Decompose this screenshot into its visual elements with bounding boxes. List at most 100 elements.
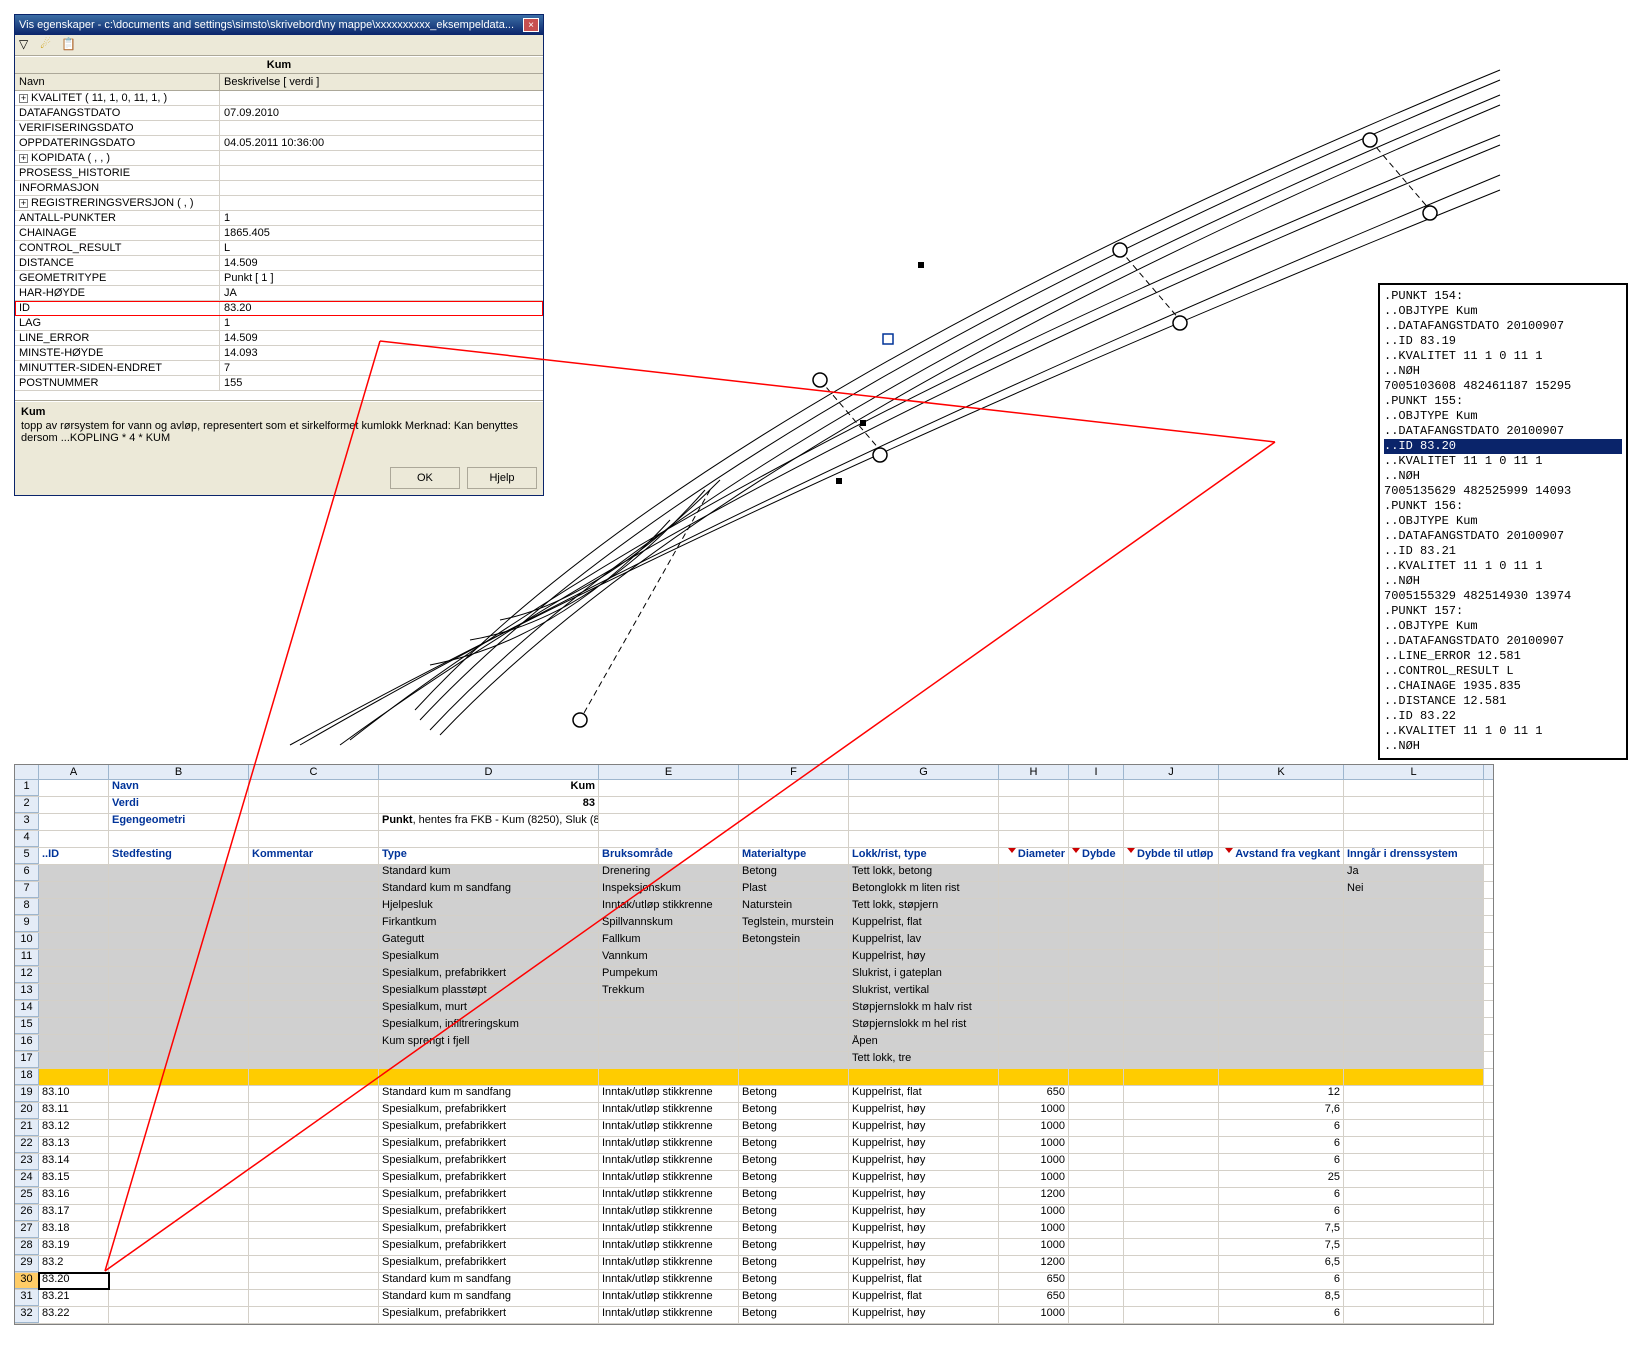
expand-icon[interactable]: + <box>19 94 28 103</box>
table-row[interactable]: 11SpesialkumVannkumKuppelrist, høy <box>15 950 1493 967</box>
ok-button[interactable]: OK <box>390 467 460 489</box>
sosi-text-panel[interactable]: .PUNKT 154:..OBJTYPE Kum..DATAFANGSTDATO… <box>1378 283 1628 760</box>
filter2-icon[interactable]: ☄ <box>40 37 56 53</box>
sosi-line: 7005155329 482514930 13974 <box>1384 589 1622 604</box>
property-row[interactable]: OPPDATERINGSDATO04.05.2011 10:36:00 <box>15 136 543 151</box>
sosi-line: ..ID 83.22 <box>1384 709 1622 724</box>
table-row[interactable]: 1983.10Standard kum m sandfangInntak/utl… <box>15 1086 1493 1103</box>
properties-list[interactable]: +KVALITET ( 11, 1, 0, 11, 1, )DATAFANGST… <box>15 91 543 401</box>
table-row[interactable]: 8HjelpeslukInntak/utløp stikkrenneNaturs… <box>15 899 1493 916</box>
table-row[interactable]: 2683.17Spesialkum, prefabrikkertInntak/u… <box>15 1205 1493 1222</box>
table-row[interactable]: 2083.11Spesialkum, prefabrikkertInntak/u… <box>15 1103 1493 1120</box>
sosi-line: ..KVALITET 11 1 0 11 1 <box>1384 454 1622 469</box>
dialog-buttons: OK Hjelp <box>15 461 543 495</box>
sosi-line: ..KVALITET 11 1 0 11 1 <box>1384 349 1622 364</box>
help-button[interactable]: Hjelp <box>467 467 537 489</box>
description-box: Kum topp av rørsystem for vann og avløp,… <box>15 401 543 461</box>
sosi-line: 7005103608 482461187 15295 <box>1384 379 1622 394</box>
sosi-line: ..KVALITET 11 1 0 11 1 <box>1384 559 1622 574</box>
sosi-line: ..DATAFANGSTDATO 20100907 <box>1384 424 1622 439</box>
table-row[interactable]: 5..IDStedfestingKommentarTypeBruksområde… <box>15 848 1493 865</box>
close-icon[interactable]: × <box>523 18 539 32</box>
table-row[interactable]: 17Tett lokk, tre <box>15 1052 1493 1069</box>
sosi-line: ..OBJTYPE Kum <box>1384 619 1622 634</box>
property-row[interactable]: CONTROL_RESULTL <box>15 241 543 256</box>
table-row[interactable]: 2483.15Spesialkum, prefabrikkertInntak/u… <box>15 1171 1493 1188</box>
sosi-line: ..DATAFANGSTDATO 20100907 <box>1384 529 1622 544</box>
property-row[interactable]: POSTNUMMER155 <box>15 376 543 391</box>
table-row[interactable]: 3283.22Spesialkum, prefabrikkertInntak/u… <box>15 1307 1493 1324</box>
spreadsheet[interactable]: ABCDEFGHIJKL1NavnKum2Verdi833Egengeometr… <box>14 764 1494 1325</box>
sosi-line: ..CONTROL_RESULT L <box>1384 664 1622 679</box>
property-row[interactable]: +KVALITET ( 11, 1, 0, 11, 1, ) <box>15 91 543 106</box>
table-row[interactable]: 15Spesialkum, infiltreringskumStøpjernsl… <box>15 1018 1493 1035</box>
table-row[interactable]: 2183.12Spesialkum, prefabrikkertInntak/u… <box>15 1120 1493 1137</box>
table-row[interactable]: 10GateguttFallkumBetongsteinKuppelrist, … <box>15 933 1493 950</box>
table-row[interactable]: 1NavnKum <box>15 780 1493 797</box>
table-row[interactable]: 14Spesialkum, murtStøpjernslokk m halv r… <box>15 1001 1493 1018</box>
table-row[interactable]: 12Spesialkum, prefabrikkertPumpekumSlukr… <box>15 967 1493 984</box>
sosi-line: ..DISTANCE 12.581 <box>1384 694 1622 709</box>
expand-icon[interactable]: + <box>19 154 28 163</box>
property-row[interactable]: VERIFISERINGSDATO <box>15 121 543 136</box>
table-row[interactable]: 2983.2Spesialkum, prefabrikkertInntak/ut… <box>15 1256 1493 1273</box>
sosi-line: ..NØH <box>1384 469 1622 484</box>
sosi-line: .PUNKT 157: <box>1384 604 1622 619</box>
sosi-line: ..ID 83.19 <box>1384 334 1622 349</box>
sosi-line: 7005135629 482525999 14093 <box>1384 484 1622 499</box>
column-headers[interactable]: ABCDEFGHIJKL <box>15 765 1493 780</box>
property-row[interactable]: HAR-HØYDEJA <box>15 286 543 301</box>
property-row[interactable]: LAG1 <box>15 316 543 331</box>
property-row[interactable]: MINSTE-HØYDE14.093 <box>15 346 543 361</box>
sosi-line: ..ID 83.21 <box>1384 544 1622 559</box>
filter-icon[interactable]: ▽ <box>19 37 35 53</box>
table-row[interactable]: 2383.14Spesialkum, prefabrikkertInntak/u… <box>15 1154 1493 1171</box>
table-row[interactable]: 3183.21Standard kum m sandfangInntak/utl… <box>15 1290 1493 1307</box>
sosi-line: .PUNKT 154: <box>1384 289 1622 304</box>
table-row[interactable]: 16Kum sprengt i fjellÅpen <box>15 1035 1493 1052</box>
table-row[interactable]: 9FirkantkumSpillvannskumTeglstein, murst… <box>15 916 1493 933</box>
properties-dialog: Vis egenskaper - c:\documents and settin… <box>14 14 544 496</box>
table-row[interactable]: 3EgengeometriPunkt, hentes fra FKB - Kum… <box>15 814 1493 831</box>
property-row[interactable]: INFORMASJON <box>15 181 543 196</box>
property-row[interactable]: GEOMETRITYPEPunkt [ 1 ] <box>15 271 543 286</box>
sosi-line: ..NØH <box>1384 739 1622 754</box>
property-row[interactable]: MINUTTER-SIDEN-ENDRET7 <box>15 361 543 376</box>
table-row[interactable]: 2583.16Spesialkum, prefabrikkertInntak/u… <box>15 1188 1493 1205</box>
sosi-line: ..ID 83.20 <box>1384 439 1622 454</box>
sosi-line: ..NØH <box>1384 364 1622 379</box>
table-row[interactable]: 2Verdi83 <box>15 797 1493 814</box>
table-row[interactable]: 3083.20Standard kum m sandfangInntak/utl… <box>15 1273 1493 1290</box>
table-row[interactable]: 2283.13Spesialkum, prefabrikkertInntak/u… <box>15 1137 1493 1154</box>
sosi-line: ..OBJTYPE Kum <box>1384 304 1622 319</box>
table-row[interactable]: 7Standard kum m sandfangInspeksjonskumPl… <box>15 882 1493 899</box>
sosi-line: ..DATAFANGSTDATO 20100907 <box>1384 634 1622 649</box>
property-row[interactable]: +KOPIDATA ( , , ) <box>15 151 543 166</box>
col-name: Navn <box>15 74 220 90</box>
sosi-line: ..CHAINAGE 1935.835 <box>1384 679 1622 694</box>
property-row[interactable]: DISTANCE14.509 <box>15 256 543 271</box>
col-value: Beskrivelse [ verdi ] <box>220 74 543 90</box>
table-row[interactable]: 2783.18Spesialkum, prefabrikkertInntak/u… <box>15 1222 1493 1239</box>
desc-body: topp av rørsystem for vann og avløp, rep… <box>21 420 518 444</box>
copy-icon[interactable]: 📋 <box>61 37 77 53</box>
dialog-title: Vis egenskaper - c:\documents and settin… <box>19 19 514 31</box>
table-row[interactable]: 2883.19Spesialkum, prefabrikkertInntak/u… <box>15 1239 1493 1256</box>
table-row[interactable]: 4 <box>15 831 1493 848</box>
sosi-line: ..OBJTYPE Kum <box>1384 514 1622 529</box>
property-row[interactable]: LINE_ERROR14.509 <box>15 331 543 346</box>
sosi-line: ..LINE_ERROR 12.581 <box>1384 649 1622 664</box>
property-row[interactable]: +REGISTRERINGSVERSJON ( , ) <box>15 196 543 211</box>
sosi-line: ..OBJTYPE Kum <box>1384 409 1622 424</box>
expand-icon[interactable]: + <box>19 199 28 208</box>
property-row[interactable]: DATAFANGSTDATO07.09.2010 <box>15 106 543 121</box>
property-row[interactable]: PROSESS_HISTORIE <box>15 166 543 181</box>
table-row[interactable]: 13Spesialkum plasstøptTrekkumSlukrist, v… <box>15 984 1493 1001</box>
sosi-line: .PUNKT 156: <box>1384 499 1622 514</box>
table-row[interactable]: 6Standard kumDreneringBetongTett lokk, b… <box>15 865 1493 882</box>
property-row[interactable]: ID83.20 <box>15 301 543 316</box>
dialog-titlebar[interactable]: Vis egenskaper - c:\documents and settin… <box>15 15 543 35</box>
property-row[interactable]: CHAINAGE1865.405 <box>15 226 543 241</box>
table-row[interactable]: 18 <box>15 1069 1493 1086</box>
property-row[interactable]: ANTALL-PUNKTER1 <box>15 211 543 226</box>
